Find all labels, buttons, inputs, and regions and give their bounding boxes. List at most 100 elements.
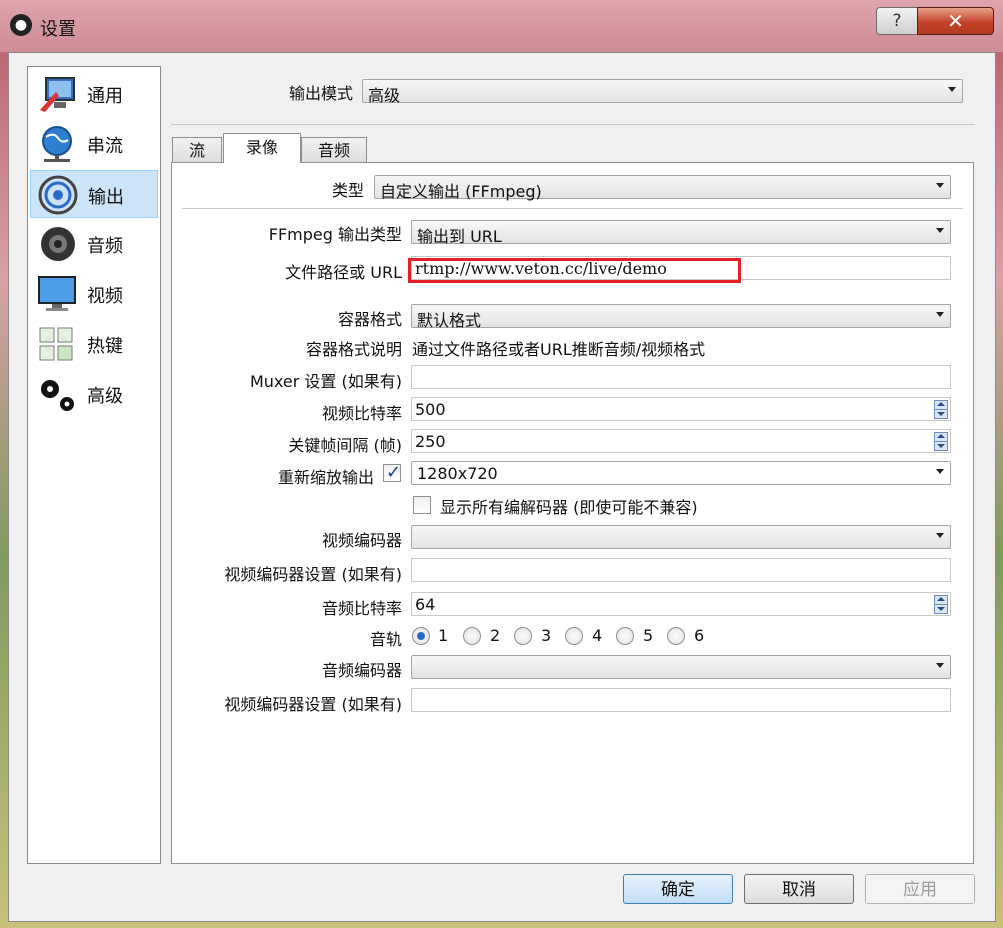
ffmpeg-output-type-label: FFmpeg 输出类型 <box>268 225 402 244</box>
container-format-value: 默认格式 <box>417 311 482 330</box>
video-encoder-settings-input[interactable] <box>411 558 951 582</box>
rescale-output-checkbox[interactable]: ✓ <box>383 462 402 483</box>
red-highlight-box <box>408 258 741 283</box>
file-path-label: 文件路径或 URL <box>285 263 402 282</box>
monitor-arrow-icon <box>40 77 75 112</box>
audio-track-option: 2 <box>490 626 501 645</box>
audio-track-option: 3 <box>541 626 552 645</box>
sidebar-item-video[interactable]: 视频 <box>30 270 158 318</box>
audio-track-option: 6 <box>694 626 705 645</box>
rescale-output-label: 重新缩放输出 <box>277 468 374 487</box>
chevron-down-icon <box>936 469 944 474</box>
sidebar-item-output[interactable]: 输出 <box>30 170 158 218</box>
sidebar-item-general[interactable]: 通用 <box>30 70 158 118</box>
monitor-icon <box>38 276 76 311</box>
audio-track-radio-6[interactable] <box>667 627 685 645</box>
audio-track-radio-3[interactable] <box>514 627 532 645</box>
audio-bitrate-label: 音频比特率 <box>321 599 402 618</box>
spinner-buttons[interactable] <box>934 595 948 614</box>
audio-track-option: 5 <box>643 626 654 645</box>
audio-bitrate-value: 64 <box>415 595 436 614</box>
broadcast-icon <box>38 175 78 215</box>
type-label: 类型 <box>331 181 364 200</box>
keyframe-interval-spinbox[interactable]: 250 <box>411 429 951 453</box>
audio-encoder-settings-label: 视频编码器设置 (如果有) <box>224 695 402 714</box>
chevron-down-icon <box>936 533 944 538</box>
chevron-down-icon <box>936 312 944 317</box>
audio-track-option: 4 <box>592 626 603 645</box>
tab-recording[interactable]: 录像 <box>223 133 301 163</box>
audio-encoder-settings-input[interactable] <box>411 688 951 712</box>
audio-track-option: 1 <box>438 626 449 645</box>
sidebar-label: 热键 <box>87 336 123 357</box>
video-encoder-select[interactable] <box>411 525 951 549</box>
spin-down-icon[interactable] <box>934 441 948 451</box>
output-mode-label: 输出模式 <box>288 84 353 103</box>
sidebar-label: 音频 <box>87 236 123 257</box>
rescale-resolution-select[interactable]: 1280x720 <box>411 461 951 485</box>
help-button[interactable]: ? <box>876 7 918 35</box>
ok-button[interactable]: 确定 <box>623 874 733 904</box>
show-all-codecs-checkbox[interactable] <box>413 496 431 514</box>
ffmpeg-output-type-value: 输出到 URL <box>417 227 502 246</box>
chevron-down-icon <box>936 228 944 233</box>
output-mode-value: 高级 <box>368 86 401 105</box>
container-format-label: 容器格式 <box>337 310 402 329</box>
title-bar: ● 设置 ? ✕ <box>0 0 1003 52</box>
chevron-down-icon <box>948 87 956 92</box>
sidebar-item-hotkeys[interactable]: 热键 <box>30 320 158 368</box>
tab-stream[interactable]: 流 <box>172 137 222 163</box>
audio-track-label: 音轨 <box>369 630 402 649</box>
container-desc-label: 容器格式说明 <box>305 340 402 359</box>
audio-track-radio-1[interactable] <box>412 627 430 645</box>
sidebar-item-advanced[interactable]: 高级 <box>30 370 158 418</box>
checkmark-icon: ✓ <box>386 462 402 483</box>
chevron-down-icon <box>936 183 944 188</box>
sidebar-label: 输出 <box>88 187 124 208</box>
audio-encoder-select[interactable] <box>411 655 951 679</box>
video-encoder-settings-label: 视频编码器设置 (如果有) <box>224 565 402 584</box>
video-bitrate-label: 视频比特率 <box>321 404 402 423</box>
close-button[interactable]: ✕ <box>917 7 994 35</box>
type-select[interactable]: 自定义输出 (FFmpeg) <box>374 175 951 201</box>
cancel-button[interactable]: 取消 <box>744 874 854 904</box>
video-encoder-label: 视频编码器 <box>321 531 402 550</box>
spin-down-icon[interactable] <box>934 409 948 419</box>
audio-track-radio-2[interactable] <box>463 627 481 645</box>
divider <box>171 124 975 125</box>
keyboard-icon <box>39 327 73 361</box>
sidebar-label: 串流 <box>87 136 123 157</box>
audio-track-radio-4[interactable] <box>565 627 583 645</box>
speaker-icon <box>41 227 75 261</box>
window-title: 设置 <box>40 19 76 40</box>
spinner-buttons[interactable] <box>934 432 948 451</box>
video-bitrate-spinbox[interactable]: 500 <box>411 397 951 421</box>
sidebar-label: 通用 <box>87 86 123 107</box>
video-bitrate-value: 500 <box>415 400 446 419</box>
globe-network-icon <box>42 126 72 162</box>
spin-down-icon[interactable] <box>934 604 948 614</box>
spinner-buttons[interactable] <box>934 400 948 419</box>
keyframe-interval-label: 关键帧间隔 (帧) <box>288 436 402 455</box>
output-mode-select[interactable]: 高级 <box>362 79 963 105</box>
sidebar-item-audio[interactable]: 音频 <box>30 220 158 268</box>
container-format-select[interactable]: 默认格式 <box>411 304 951 330</box>
chevron-down-icon <box>936 663 944 668</box>
recording-panel: 类型 自定义输出 (FFmpeg) FFmpeg 输出类型 输出到 URL 文件… <box>171 162 974 864</box>
apply-button[interactable]: 应用 <box>865 874 975 904</box>
divider <box>182 208 963 209</box>
audio-encoder-label: 音频编码器 <box>321 661 402 680</box>
settings-sidebar: 通用 串流 输出 音频 视频 热键 高级 <box>27 66 161 864</box>
settings-window: ● 设置 ? ✕ 通用 串流 输出 音频 视频 热键 高级 输出模式 高级 流 … <box>0 0 1003 928</box>
muxer-settings-input[interactable] <box>411 365 951 389</box>
sidebar-label: 高级 <box>87 386 123 407</box>
sidebar-label: 视频 <box>87 286 123 307</box>
tab-audio[interactable]: 音频 <box>301 137 367 163</box>
audio-track-radio-5[interactable] <box>616 627 634 645</box>
type-value: 自定义输出 (FFmpeg) <box>380 182 542 201</box>
obs-logo-icon: ● <box>10 14 32 36</box>
sidebar-item-stream[interactable]: 串流 <box>30 120 158 168</box>
ffmpeg-output-type-select[interactable]: 输出到 URL <box>411 220 951 246</box>
show-all-codecs-label: 显示所有编解码器 (即使可能不兼容) <box>440 498 698 517</box>
audio-bitrate-spinbox[interactable]: 64 <box>411 592 951 616</box>
